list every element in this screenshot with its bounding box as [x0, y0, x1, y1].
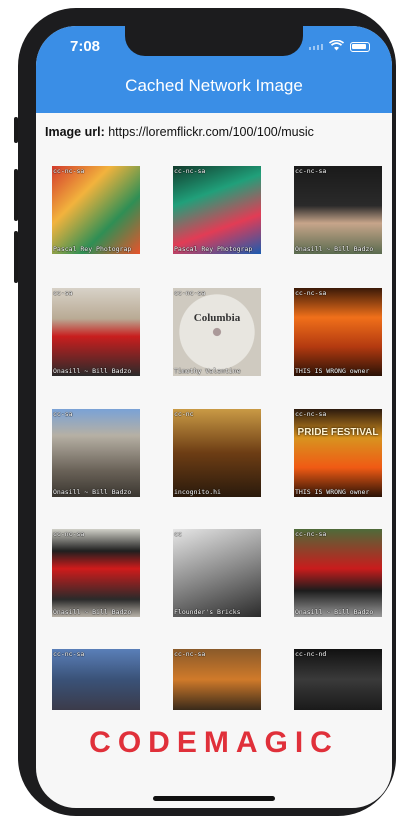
mute-switch — [14, 117, 18, 143]
image-license: cc-nc-sa — [53, 167, 85, 175]
image-license: cc-nc-nd — [295, 650, 327, 658]
image-tile[interactable]: cc-nc-sa — [173, 649, 261, 710]
image-license: cc-nc-sa — [174, 289, 206, 297]
image-credit: Onasill ~ Bill Badzo — [295, 245, 374, 253]
image-tile[interactable]: cc-nc-sa Onasill ~ Bill Badzo — [294, 166, 382, 254]
codemagic-logo: CODEMAGIC — [89, 726, 339, 759]
image-credit: Pascal Rey Photograp — [53, 245, 132, 253]
image-credit: Flounder's Bricks — [174, 608, 241, 616]
image-credit: THIS IS WRONG owner — [295, 488, 370, 496]
image-credit: Onasill ~ Bill Badzo — [53, 367, 132, 375]
image-tile[interactable]: cc-nc-sa Onasill ~ Bill Badzo — [52, 529, 140, 617]
image-tile[interactable]: cc-sa Onasill ~ Bill Badzo — [52, 409, 140, 497]
image-tile[interactable]: cc-sa Onasill ~ Bill Badzo — [52, 288, 140, 376]
image-tile[interactable]: cc-nc-sa Onasill ~ Bill Badzo — [294, 529, 382, 617]
status-time: 7:08 — [70, 38, 101, 55]
image-credit: THIS IS WRONG owner — [295, 367, 370, 375]
image-credit: Timothy Valentine — [174, 367, 241, 375]
poster-text: PRIDE FESTIVAL — [297, 427, 379, 438]
volume-down-button — [14, 231, 18, 283]
image-url-label: Image url: — [45, 125, 105, 139]
image-license: cc — [174, 530, 182, 538]
wifi-icon — [328, 38, 345, 56]
image-url-value: https://loremflickr.com/100/100/music — [108, 125, 314, 139]
image-url-line: Image url: https://loremflickr.com/100/1… — [45, 125, 314, 139]
image-credit: Onasill ~ Bill Badzo — [295, 608, 374, 616]
image-tile[interactable]: cc-nc-sa — [52, 649, 140, 710]
app-screen: 7:08 Cached Network Image Image url: htt… — [36, 26, 392, 808]
home-indicator[interactable] — [153, 796, 275, 801]
image-license: cc-nc-sa — [295, 530, 327, 538]
signal-icon — [309, 44, 323, 50]
notch — [125, 26, 303, 56]
image-license: cc-nc-sa — [174, 167, 206, 175]
status-icons — [309, 38, 370, 56]
image-tile[interactable]: cc-nc incognito.hi — [173, 409, 261, 497]
image-tile[interactable]: cc-nc-sa THIS IS WRONG owner PRIDE FESTIVA… — [294, 409, 382, 497]
image-tile[interactable]: cc Flounder's Bricks — [173, 529, 261, 617]
record-label-text: Columbia — [193, 312, 241, 324]
image-tile[interactable]: cc-nc-sa Timothy Valentine Columbia — [173, 288, 261, 376]
image-tile[interactable]: cc-nc-nd — [294, 649, 382, 710]
image-tile[interactable]: cc-nc-sa Pascal Rey Photograp — [52, 166, 140, 254]
battery-icon — [350, 42, 370, 52]
image-license: cc-nc-sa — [295, 289, 327, 297]
image-credit: Pascal Rey Photograp — [174, 245, 253, 253]
image-license: cc-nc — [174, 410, 194, 418]
image-license: cc-nc-sa — [53, 530, 85, 538]
image-license: cc-sa — [53, 410, 73, 418]
image-license: cc-sa — [53, 289, 73, 297]
page-title: Cached Network Image — [125, 76, 303, 95]
image-credit: incognito.hi — [174, 488, 221, 496]
volume-up-button — [14, 169, 18, 221]
image-tile[interactable]: cc-nc-sa Pascal Rey Photograp — [173, 166, 261, 254]
image-credit: Onasill ~ Bill Badzo — [53, 488, 132, 496]
image-license: cc-nc-sa — [295, 167, 327, 175]
app-bar: 7:08 Cached Network Image — [36, 26, 392, 113]
image-license: cc-nc-sa — [53, 650, 85, 658]
image-credit: Onasill ~ Bill Badzo — [53, 608, 132, 616]
image-tile[interactable]: cc-nc-sa THIS IS WRONG owner — [294, 288, 382, 376]
image-license: cc-nc-sa — [295, 410, 327, 418]
image-license: cc-nc-sa — [174, 650, 206, 658]
